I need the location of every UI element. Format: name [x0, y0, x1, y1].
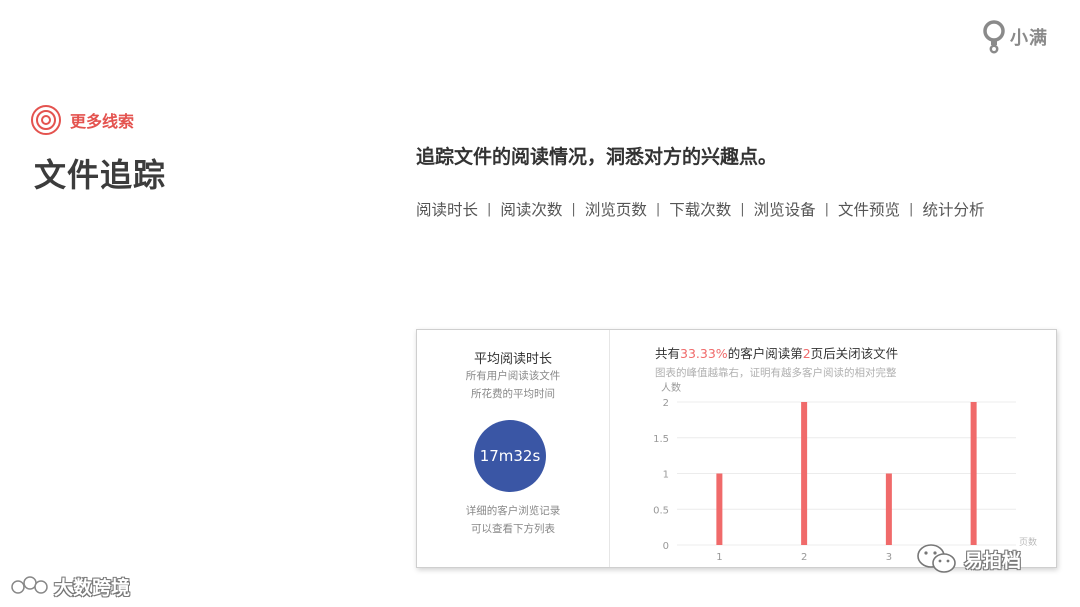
- feature-list: 阅读时长 | 阅读次数 | 浏览页数 | 下载次数 | 浏览设备 | 文件预览 | 统计分析: [416, 198, 984, 220]
- chart-x-tick-label: 1: [716, 552, 722, 563]
- chart-x-tick-label: 3: [886, 552, 892, 563]
- watermark-right: 易拍档: [916, 542, 1021, 576]
- feature-separator: |: [655, 201, 661, 217]
- chart-x-tick-label: 2: [801, 552, 807, 563]
- brand-name: 小满: [1010, 28, 1048, 49]
- chart-y-tick-label: 1: [663, 470, 669, 481]
- avg-reading-time-desc: 所有用户阅读该文件 所花费的平均时间: [417, 367, 609, 403]
- feature-item: 文件预览: [838, 201, 901, 219]
- brand-logo: 小满: [982, 20, 1048, 54]
- feature-separator: |: [909, 201, 914, 217]
- page-exit-bar-chart: 人数 页数 00.511.521 2 3 4: [653, 381, 1037, 563]
- browse-record-hint: 详细的客户浏览记录 可以查看下方列表: [417, 502, 609, 538]
- feature-item: 浏览设备: [753, 201, 816, 219]
- page-title: 文件追踪: [34, 156, 167, 194]
- avg-reading-time-title: 平均阅读时长: [473, 352, 552, 367]
- page-subtitle: 追踪文件的阅读情况，洞悉对方的兴趣点。: [416, 146, 778, 168]
- hint-line: 详细的客户浏览记录: [465, 505, 561, 517]
- feature-separator: |: [487, 201, 492, 217]
- reading-stats-panel: 平均阅读时长 所有用户阅读该文件 所花费的平均时间 17m32s 详细的客户浏览…: [416, 329, 1057, 568]
- avg-desc-line: 所有用户阅读该文件: [465, 370, 561, 382]
- target-icon: [31, 105, 61, 135]
- hint-line: 可以查看下方列表: [471, 523, 555, 535]
- feature-item: 统计分析: [922, 201, 985, 219]
- feature-item: 阅读时长: [416, 201, 479, 219]
- watermark-left: 大数跨境: [10, 573, 130, 600]
- chart-bar: [970, 402, 977, 545]
- feature-item: 浏览页数: [584, 201, 647, 219]
- watermark-right-text: 易拍档: [964, 549, 1022, 572]
- feature-separator: |: [571, 201, 576, 217]
- watermark-logo-icon: [11, 575, 48, 594]
- chart-y-axis-label: 人数: [661, 381, 681, 394]
- section-tag: 更多线索: [30, 104, 134, 136]
- avg-reading-time-value: 17m32s: [474, 420, 546, 492]
- chart-y-tick-label: 0: [663, 541, 669, 552]
- avg-desc-line: 所花费的平均时间: [471, 388, 555, 400]
- chart-x-axis-label: 页数: [1019, 536, 1037, 548]
- feature-separator: |: [740, 201, 745, 217]
- feature-separator: |: [824, 201, 830, 217]
- section-tag-label: 更多线索: [70, 112, 135, 131]
- feature-item: 阅读次数: [500, 201, 563, 219]
- brand-bulb-icon: [983, 20, 1005, 54]
- chart-y-tick-label: 0.5: [653, 505, 669, 516]
- wechat-icon: [917, 544, 956, 573]
- chart-y-tick-label: 1.5: [653, 434, 669, 445]
- chart-bar: [885, 473, 892, 545]
- chart-bar: [716, 473, 723, 545]
- avg-reading-time-card: 平均阅读时长 所有用户阅读该文件 所花费的平均时间 17m32s 详细的客户浏览…: [417, 330, 610, 567]
- chart-y-tick-label: 2: [663, 398, 669, 409]
- chart-bar: [801, 402, 808, 545]
- feature-item: 下载次数: [669, 201, 732, 219]
- watermark-left-text: 大数跨境: [54, 577, 131, 599]
